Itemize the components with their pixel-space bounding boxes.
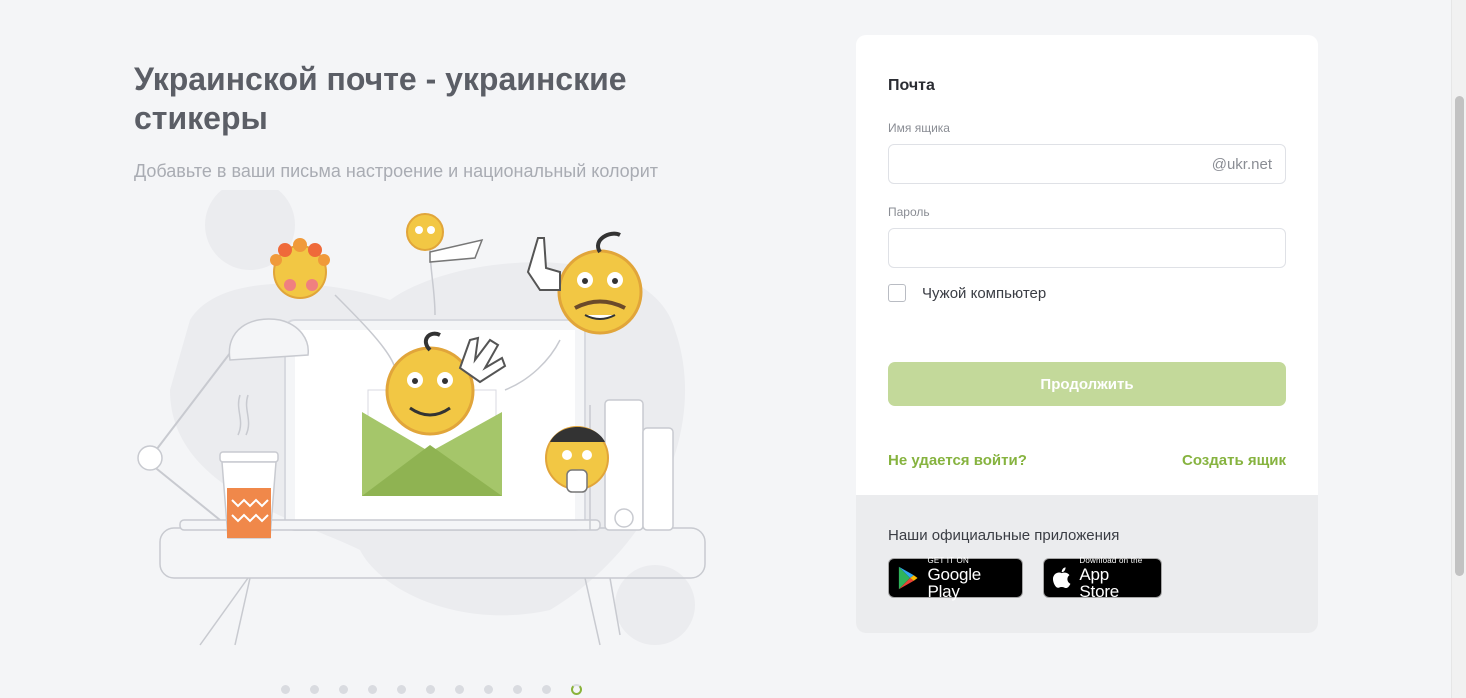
carousel-dot[interactable] (455, 685, 464, 694)
username-field-wrapper: @ukr.net (888, 144, 1286, 184)
app-store-text: Download on the App Store (1079, 555, 1151, 601)
login-links: Не удается войти? Создать ящик (888, 452, 1286, 469)
google-play-big: Google Play (927, 564, 982, 601)
google-play-small: GET IT ON (927, 555, 969, 565)
apps-title: Наши официальные приложения (888, 527, 1120, 544)
promo-title: Украинской почте - украинские стикеры (134, 61, 627, 136)
page-scrollbar[interactable] (1451, 0, 1466, 698)
login-form: Почта Имя ящика @ukr.net Пароль Чужой ко… (856, 35, 1318, 469)
carousel-dot[interactable] (426, 685, 435, 694)
promo-subtitle: Добавьте в ваши письма настроение и наци… (134, 161, 658, 181)
carousel-dot[interactable] (310, 685, 319, 694)
foreign-computer-checkbox[interactable] (888, 284, 906, 302)
carousel-dot[interactable] (513, 685, 522, 694)
app-store-badge[interactable]: Download on the App Store (1043, 555, 1162, 601)
google-play-icon (898, 566, 918, 590)
login-title: Почта (888, 77, 935, 94)
carousel-dot[interactable] (397, 685, 406, 694)
app-store-big: App Store (1079, 564, 1120, 601)
google-play-text: GET IT ON Google Play (927, 555, 1012, 601)
app-badges: GET IT ON Google Play Download on the Ap… (888, 555, 1286, 601)
google-play-badge[interactable]: GET IT ON Google Play (888, 555, 1023, 601)
foreign-computer-label[interactable]: Чужой компьютер (922, 285, 1046, 302)
carousel-dot[interactable] (339, 685, 348, 694)
password-field-wrapper (888, 228, 1286, 268)
carousel-dot[interactable] (484, 685, 493, 694)
continue-button[interactable]: Продолжить (888, 362, 1286, 406)
carousel-dot[interactable] (368, 685, 377, 694)
foreign-computer-row: Чужой компьютер (888, 284, 1286, 302)
app-store-small: Download on the (1079, 555, 1143, 565)
carousel-dot-active[interactable] (571, 684, 582, 695)
password-input[interactable] (889, 229, 1285, 267)
carousel-dots (281, 684, 582, 695)
apple-icon (1052, 567, 1071, 589)
domain-suffix: @ukr.net (1211, 156, 1272, 173)
carousel-dot[interactable] (281, 685, 290, 694)
official-apps-section: Наши официальные приложения GET IT ON Go… (856, 495, 1318, 633)
promo-section: Украинской почте - украинские стикеры До… (134, 60, 734, 182)
create-box-link[interactable]: Создать ящик (1182, 452, 1286, 469)
scrollbar-thumb[interactable] (1455, 96, 1464, 576)
login-card: Почта Имя ящика @ukr.net Пароль Чужой ко… (856, 35, 1318, 633)
stickers-illustration (137, 190, 706, 646)
carousel-dot[interactable] (542, 685, 551, 694)
cant-login-link[interactable]: Не удается войти? (888, 452, 1027, 469)
username-label: Имя ящика (888, 121, 950, 135)
password-label: Пароль (888, 205, 930, 219)
